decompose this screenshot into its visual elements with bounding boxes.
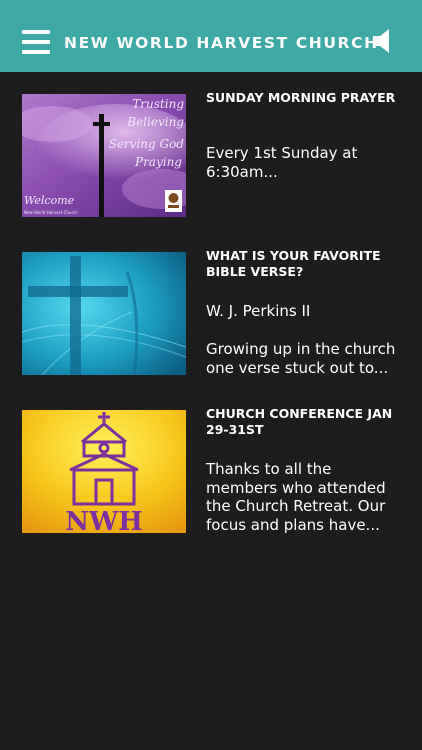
feed-item-church-conference[interactable]: NWH CHURCH CONFERENCE JAN 29-31ST Thanks… (0, 406, 422, 534)
app-header: NEW WORLD HARVEST CHURCH (0, 0, 422, 72)
feed-item-thumbnail[interactable] (22, 252, 186, 375)
feed-item-title: WHAT IS YOUR FAVORITE BIBLE VERSE? (206, 248, 381, 279)
image-text-line: Praying (134, 155, 182, 169)
image-caption-text: New World Harvest Church (24, 210, 78, 215)
image-text-line: Believing (126, 115, 184, 129)
image-text-line: Serving God (109, 137, 185, 151)
feed-item-excerpt: Growing up in the church one verse stuck… (206, 340, 396, 377)
feed-item-thumbnail[interactable]: Trusting Believing Serving God Praying W… (22, 94, 186, 217)
hamburger-menu-icon[interactable] (22, 30, 50, 54)
image-welcome-text: Welcome (24, 194, 75, 207)
feed-item-title: SUNDAY MORNING PRAYER (206, 90, 396, 105)
app-title: NEW WORLD HARVEST CHURCH (64, 34, 379, 52)
speaker-icon[interactable] (372, 26, 396, 56)
image-logo-text: NWH (65, 507, 143, 533)
feed-item-sunday-prayer[interactable]: Trusting Believing Serving God Praying W… (0, 90, 422, 218)
feed-item-excerpt: Every 1st Sunday at 6:30am... (206, 144, 358, 181)
feed-item-title: CHURCH CONFERENCE JAN 29-31ST (206, 406, 393, 437)
feed-item-author: W. J. Perkins II (206, 302, 311, 320)
feed-item-thumbnail[interactable]: NWH (22, 410, 186, 533)
feed-item-excerpt: Thanks to all the members who attended t… (206, 460, 386, 534)
feed-item-bible-verse[interactable]: WHAT IS YOUR FAVORITE BIBLE VERSE? W. J.… (0, 248, 422, 377)
image-text-line: Trusting (132, 97, 184, 111)
